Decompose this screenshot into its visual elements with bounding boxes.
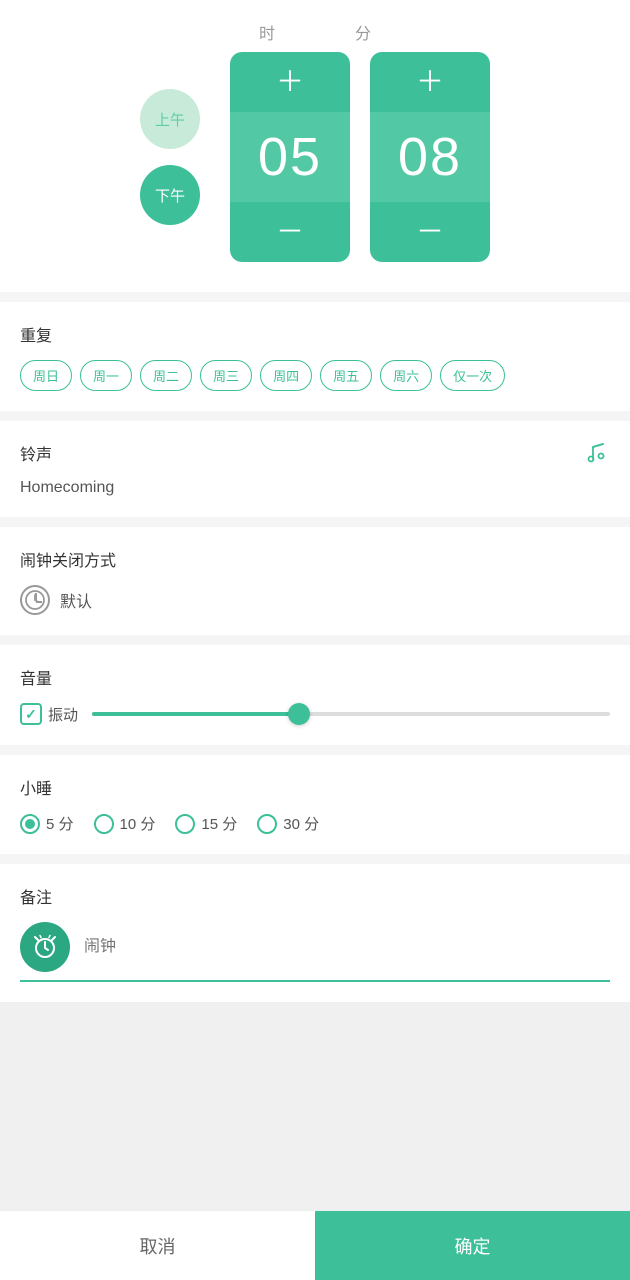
days-row: 周日周一周二周三周四周五周六仅一次 (20, 360, 610, 391)
music-note-icon (584, 441, 610, 473)
plus-icon: ＋ (416, 68, 444, 96)
am-pm-selector: 上午 下午 (140, 89, 200, 225)
day-button[interactable]: 周日 (20, 360, 72, 391)
snooze-option-label: 10 分 (120, 813, 156, 834)
minute-label: 分 (355, 20, 371, 44)
radio-inner (25, 819, 35, 829)
am-button[interactable]: 上午 (140, 89, 200, 149)
repeat-section: 重复 周日周一周二周三周四周五周六仅一次 (0, 302, 630, 411)
snooze-section: 小睡 5 分 10 分 15 分 30 分 (0, 755, 630, 854)
radio-outer (257, 814, 277, 834)
minute-value: 08 (398, 126, 462, 188)
radio-outer (94, 814, 114, 834)
snooze-option[interactable]: 5 分 (20, 813, 74, 834)
hour-increment-button[interactable]: ＋ (230, 52, 350, 112)
vibrate-label: 振动 (48, 704, 78, 725)
minute-decrement-button[interactable]: － (370, 202, 490, 262)
confirm-button[interactable]: 确定 (315, 1211, 630, 1280)
clock-icon (20, 585, 50, 615)
day-button[interactable]: 周二 (140, 360, 192, 391)
snooze-options: 5 分 10 分 15 分 30 分 (20, 813, 610, 834)
note-title: 备注 (20, 884, 610, 908)
hour-value: 05 (258, 126, 322, 188)
minus-icon: － (416, 218, 444, 246)
cancel-button[interactable]: 取消 (0, 1211, 315, 1280)
day-button[interactable]: 周五 (320, 360, 372, 391)
slider-thumb[interactable] (288, 703, 310, 725)
day-button[interactable]: 周一 (80, 360, 132, 391)
snooze-option-label: 15 分 (201, 813, 237, 834)
note-input-row (20, 922, 610, 982)
pm-button[interactable]: 下午 (140, 165, 200, 225)
snooze-option-label: 5 分 (46, 813, 74, 834)
radio-outer (20, 814, 40, 834)
hour-display: 05 (230, 112, 350, 202)
vibrate-checkbox[interactable]: ✓ 振动 (20, 703, 78, 725)
snooze-option[interactable]: 10 分 (94, 813, 156, 834)
alarm-icon-circle (20, 922, 70, 972)
volume-section: 音量 ✓ 振动 (0, 645, 630, 745)
ringtone-name: Homecoming (20, 479, 610, 497)
day-button[interactable]: 仅一次 (440, 360, 505, 391)
slider-track (92, 712, 610, 716)
volume-row: ✓ 振动 (20, 703, 610, 725)
snooze-option[interactable]: 30 分 (257, 813, 319, 834)
radio-inner (262, 819, 272, 829)
day-button[interactable]: 周四 (260, 360, 312, 391)
hour-spinner: ＋ 05 － (230, 52, 350, 262)
slider-fill (92, 712, 299, 716)
time-picker-section: 时 分 上午 下午 ＋ 05 － ＋ 08 － (0, 0, 630, 292)
note-section: 备注 (0, 864, 630, 1002)
ringtone-title: 铃声 (20, 441, 610, 465)
day-button[interactable]: 周六 (380, 360, 432, 391)
snooze-option-label: 30 分 (283, 813, 319, 834)
volume-slider-container[interactable] (92, 712, 610, 716)
footer: 取消 确定 (0, 1210, 630, 1280)
radio-outer (175, 814, 195, 834)
checkmark-icon: ✓ (25, 706, 37, 723)
repeat-title: 重复 (20, 322, 610, 346)
minute-display: 08 (370, 112, 490, 202)
dismiss-section: 闹钟关闭方式 默认 (0, 527, 630, 635)
minute-increment-button[interactable]: ＋ (370, 52, 490, 112)
radio-inner (99, 819, 109, 829)
plus-icon: ＋ (276, 68, 304, 96)
gray-spacer (0, 1002, 630, 1210)
hour-label: 时 (259, 20, 275, 44)
note-input[interactable] (84, 938, 610, 956)
checkbox-icon: ✓ (20, 703, 42, 725)
snooze-title: 小睡 (20, 775, 610, 799)
hour-decrement-button[interactable]: － (230, 202, 350, 262)
snooze-option[interactable]: 15 分 (175, 813, 237, 834)
minute-spinner: ＋ 08 － (370, 52, 490, 262)
radio-inner (180, 819, 190, 829)
dismiss-option[interactable]: 默认 (20, 585, 610, 615)
day-button[interactable]: 周三 (200, 360, 252, 391)
ringtone-section[interactable]: 铃声 Homecoming (0, 421, 630, 517)
dismiss-title: 闹钟关闭方式 (20, 547, 610, 571)
dismiss-label: 默认 (60, 588, 92, 612)
volume-title: 音量 (20, 665, 610, 689)
minus-icon: － (276, 218, 304, 246)
